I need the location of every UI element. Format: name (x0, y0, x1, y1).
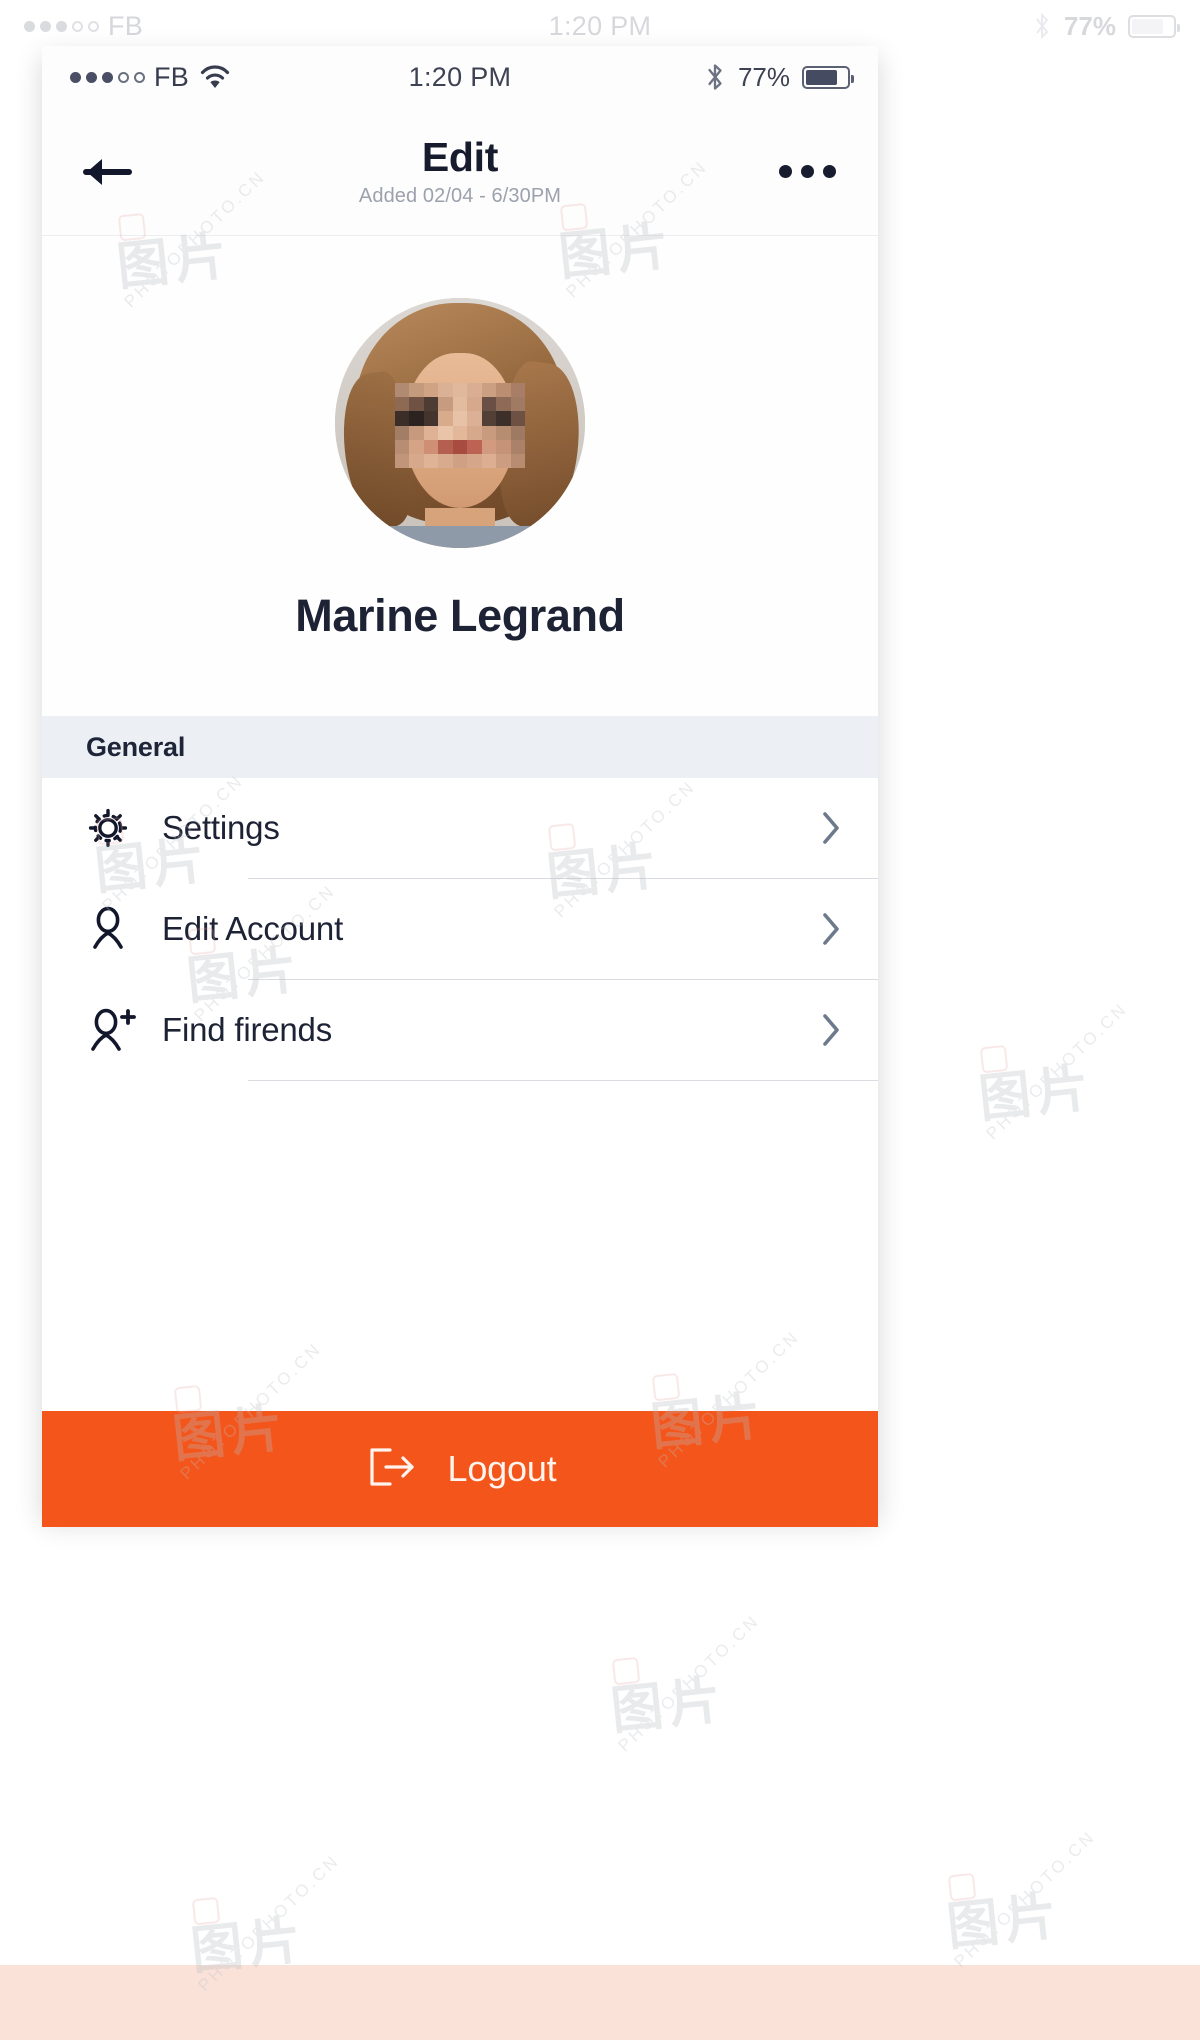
chevron-right-icon (818, 910, 844, 948)
profile-name: Marine Legrand (295, 590, 625, 641)
bluetooth-icon (708, 64, 722, 90)
watermark-cjk: 图片 (976, 1057, 1098, 1130)
navigation-title-group: Edit Added 02/04 - 6/30PM (42, 134, 878, 208)
navigation-bar: Edit Added 02/04 - 6/30PM (42, 108, 878, 236)
watermark-cjk: 图片 (608, 1669, 730, 1742)
section-header-label: General (86, 731, 186, 762)
backdrop-band (0, 1965, 1200, 2040)
settings-menu-list: Settings Edit Account Find firends (42, 778, 878, 1411)
more-horizontal-icon (779, 165, 792, 178)
watermark: 图片 PHOTOPHOTO.CN (608, 1611, 804, 1761)
avatar-pixelation-overlay (395, 383, 525, 468)
avatar[interactable] (335, 298, 585, 548)
signal-dot-empty (134, 71, 145, 83)
bluetooth-icon (1036, 12, 1049, 40)
ghost-battery-icon (1128, 14, 1180, 38)
signal-dot-filled (86, 71, 97, 83)
ghost-status-left: FB (24, 11, 549, 42)
logout-icon (364, 1443, 420, 1496)
signal-dot-filled (70, 71, 81, 83)
user-plus-icon (86, 1007, 144, 1053)
ghost-battery-percent: 77% (1063, 10, 1116, 41)
menu-item-label: Edit Account (162, 910, 344, 947)
back-button[interactable] (76, 140, 140, 204)
battery-percent-label: 77% (737, 61, 790, 92)
menu-item-edit-account[interactable]: Edit Account (42, 879, 878, 979)
watermark-latin: PHOTOPHOTO.CN (982, 998, 1132, 1144)
status-bar: FB 1:20 PM 77% (42, 46, 878, 108)
signal-strength-dots (70, 71, 145, 83)
ghost-status-right: 77% (651, 10, 1180, 42)
menu-item-label: Find firends (162, 1011, 333, 1048)
status-bar-left: FB (70, 62, 409, 93)
watermark-latin: PHOTOPHOTO.CN (950, 1826, 1100, 1972)
chevron-right-icon (818, 1011, 844, 1049)
page-subtitle: Added 02/04 - 6/30PM (358, 184, 562, 207)
ghost-status-bar: FB 1:20 PM 77% (0, 4, 1200, 48)
profile-section: Marine Legrand (42, 236, 878, 716)
menu-item-label: Settings (162, 809, 280, 846)
chevron-right-icon (818, 809, 844, 847)
menu-item-find-friends[interactable]: Find firends (42, 980, 878, 1080)
signal-dot-empty (118, 71, 129, 83)
watermark: 图片 PHOTOPHOTO.CN (944, 1827, 1140, 1977)
page-title: Edit (421, 134, 499, 181)
wifi-icon (200, 65, 230, 88)
more-options-button[interactable] (771, 151, 844, 192)
ghost-time: 1:20 PM (548, 10, 652, 41)
arrow-left-icon (83, 158, 132, 185)
status-bar-time: 1:20 PM (408, 61, 512, 92)
signal-dot-filled (102, 71, 113, 83)
logout-button[interactable]: Logout (42, 1411, 878, 1527)
menu-empty-space (42, 1081, 878, 1411)
watermark-latin: PHOTOPHOTO.CN (614, 1610, 764, 1756)
phone-mockup: FB 1:20 PM 77% Edit Added 02/04 - 6/30PM… (42, 46, 878, 1527)
menu-item-settings[interactable]: Settings (42, 778, 878, 878)
gear-icon (86, 806, 144, 850)
section-header-general: General (42, 716, 878, 778)
user-icon (86, 906, 144, 952)
watermark: 图片 PHOTOPHOTO.CN (976, 999, 1172, 1149)
ghost-signal-dots (24, 20, 99, 32)
more-horizontal-icon (823, 165, 836, 178)
screenshot-stage: FB 1:20 PM 77% FB 1:20 PM 77% Edit Added… (0, 0, 1200, 2040)
ghost-carrier-label: FB (108, 10, 143, 41)
logout-label: Logout (447, 1448, 557, 1489)
more-horizontal-icon (801, 165, 814, 178)
status-bar-right: 77% (511, 61, 854, 93)
battery-icon (802, 65, 854, 89)
watermark-cjk: 图片 (944, 1885, 1066, 1958)
carrier-label: FB (154, 61, 189, 92)
